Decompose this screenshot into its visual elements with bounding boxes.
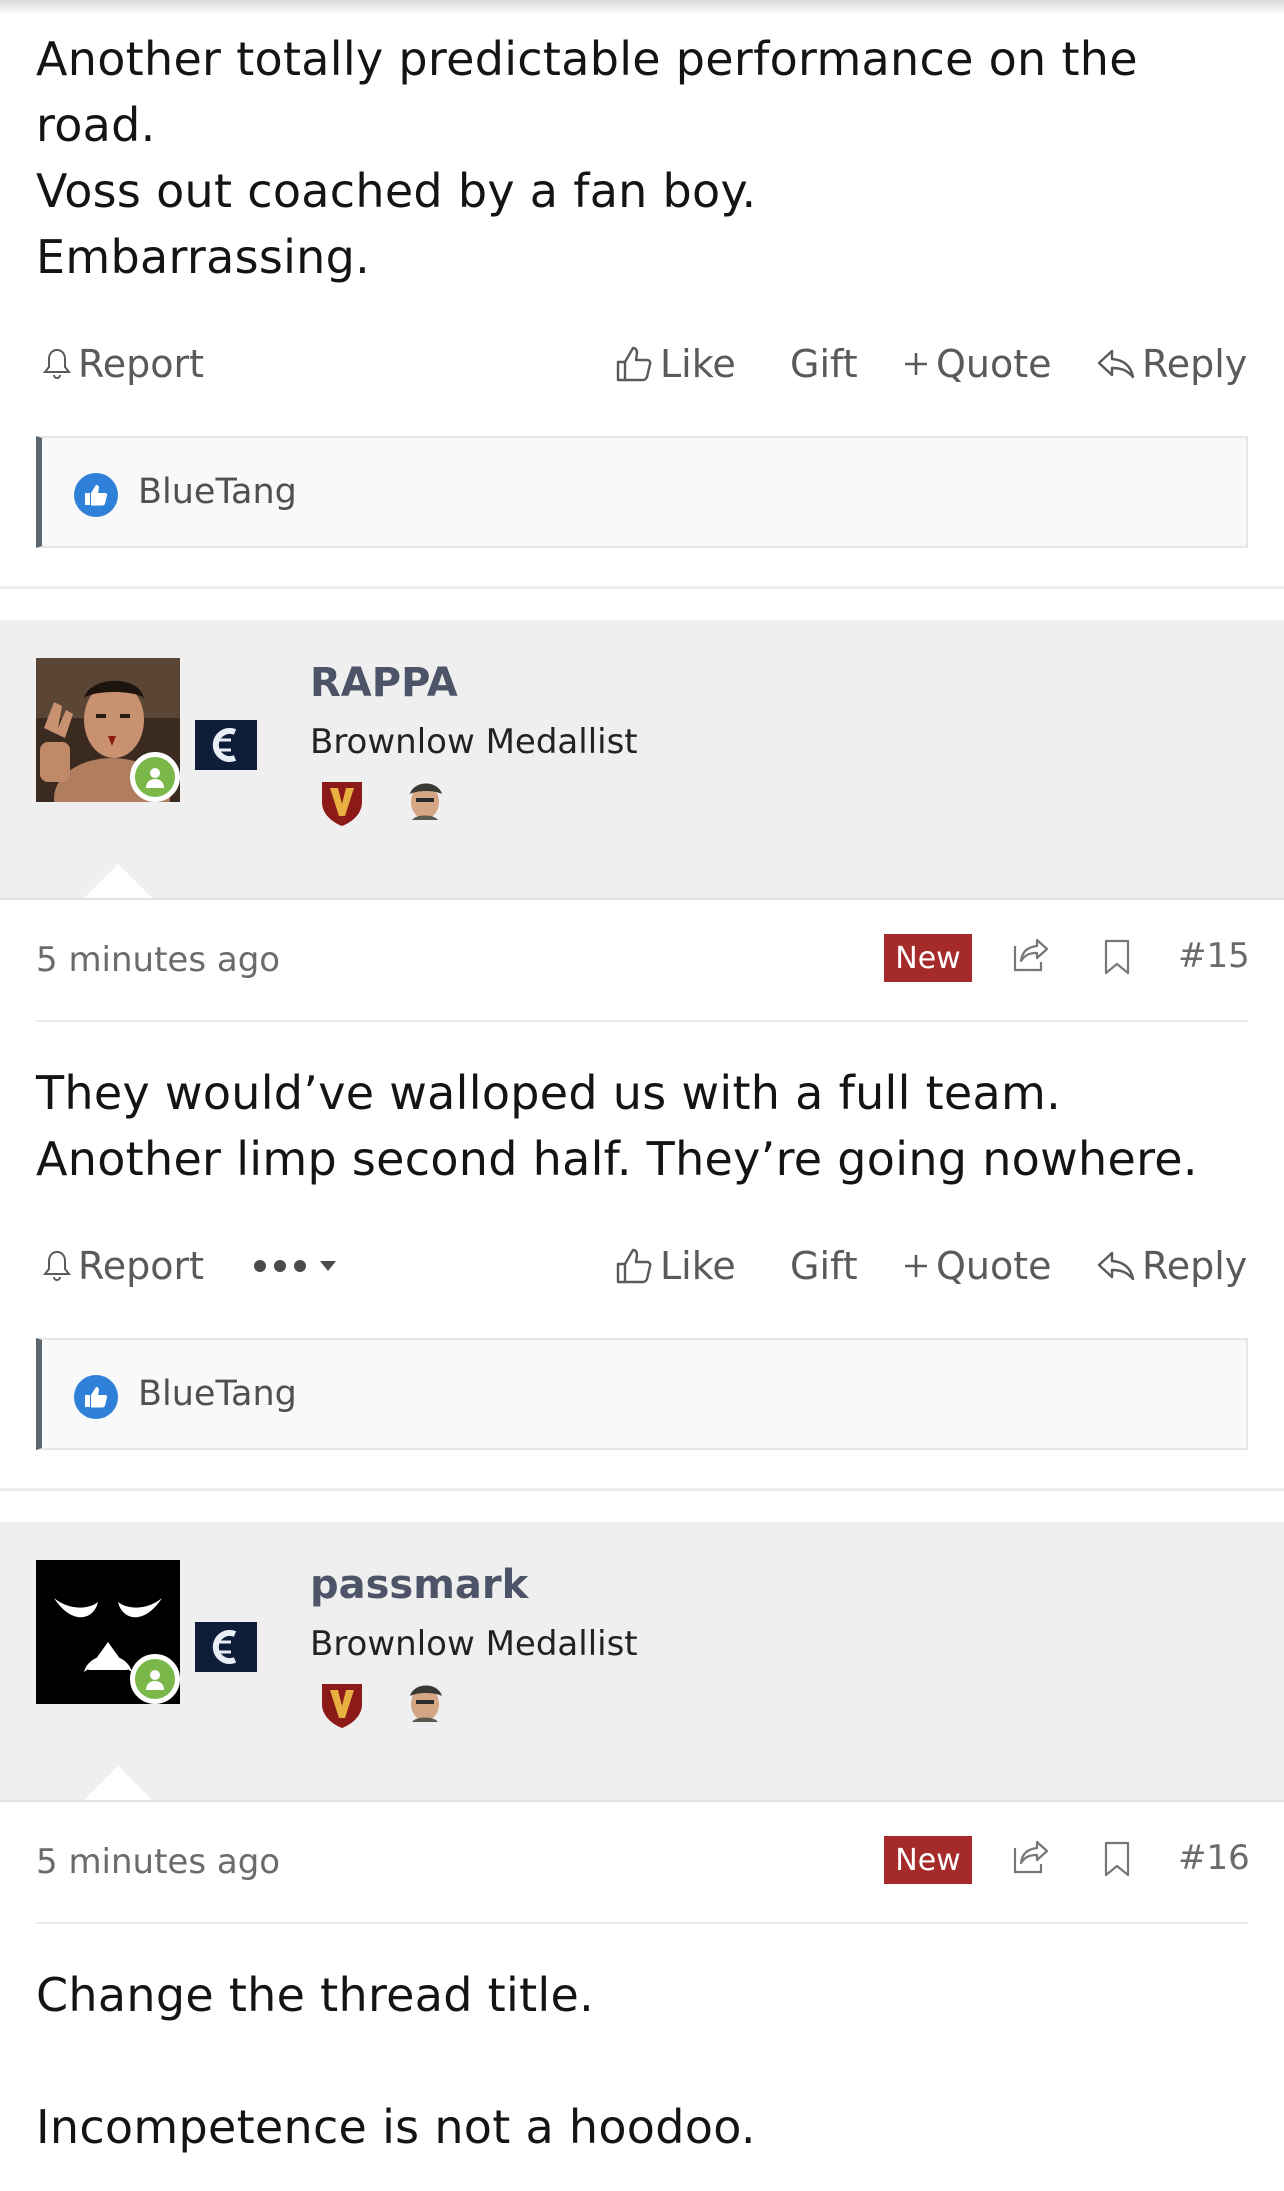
reply-button[interactable]: Reply [1096, 1236, 1247, 1296]
liker-name[interactable]: BlueTang [138, 1340, 297, 1448]
post-actions: Report Like Gift Quote Reply [36, 1236, 1248, 1296]
share-icon[interactable] [1011, 936, 1051, 978]
post-divider [0, 586, 1284, 589]
post-meta: 5 minutes ago New #16 [36, 1836, 1250, 1896]
post-time[interactable]: 5 minutes ago [36, 940, 280, 980]
user-title: Brownlow Medallist [310, 722, 638, 762]
plus-icon [905, 1255, 927, 1277]
club-logo-icon[interactable] [195, 1622, 257, 1672]
new-badge: New [884, 934, 972, 982]
username[interactable]: passmark [310, 1562, 528, 1608]
reply-label: Reply [1142, 342, 1248, 386]
new-badge: New [884, 1836, 972, 1884]
reply-button[interactable]: Reply [1096, 334, 1247, 394]
more-dots-icon [254, 1260, 336, 1272]
like-button[interactable]: Like [614, 1236, 736, 1296]
bookmark-icon[interactable] [1102, 1840, 1132, 1882]
post-actions: Report Like Gift Quote Reply [36, 334, 1248, 394]
liker-name[interactable]: BlueTang [138, 438, 297, 546]
user-info-block: passmark Brownlow Medallist [0, 1522, 1284, 1802]
gift-label: Gift [790, 1244, 858, 1288]
user-info-block: RAPPA Brownlow Medallist [0, 620, 1284, 900]
gift-label: Gift [790, 342, 858, 386]
meta-divider [36, 1922, 1248, 1924]
post-meta: 5 minutes ago New #15 [36, 934, 1250, 994]
post-body: They would’ve walloped us with a full te… [36, 1066, 1198, 1186]
more-options-button[interactable] [250, 1236, 344, 1296]
share-icon[interactable] [1011, 1838, 1051, 1880]
likes-summary: BlueTang [36, 436, 1248, 548]
reply-icon [1097, 1251, 1135, 1281]
post-body: Change the thread title. Incompetence is… [36, 1968, 756, 2154]
like-label: Like [660, 1244, 736, 1288]
post-body: Another totally predictable performance … [36, 32, 1138, 284]
player-face-icon[interactable] [402, 1680, 448, 1726]
quote-button[interactable]: Quote [902, 1236, 1052, 1296]
reply-label: Reply [1142, 1244, 1248, 1288]
post-number[interactable]: #16 [1178, 1838, 1250, 1878]
report-button[interactable]: Report [42, 1236, 204, 1296]
user-title: Brownlow Medallist [310, 1624, 638, 1664]
like-label: Like [660, 342, 736, 386]
like-button[interactable]: Like [614, 334, 736, 394]
quote-label: Quote [936, 1244, 1052, 1288]
quote-label: Quote [936, 342, 1052, 386]
club-logo-icon[interactable] [195, 720, 257, 770]
thumbs-up-icon [616, 346, 652, 382]
quote-button[interactable]: Quote [902, 334, 1052, 394]
report-label: Report [78, 342, 204, 386]
like-reaction-icon [74, 1375, 118, 1419]
player-face-icon[interactable] [402, 778, 448, 824]
notch-pointer [84, 1766, 152, 1800]
report-label: Report [78, 1244, 204, 1288]
plus-icon [905, 353, 927, 375]
reply-icon [1097, 349, 1135, 379]
post-number[interactable]: #15 [1178, 936, 1250, 976]
bell-icon [42, 1250, 72, 1281]
post-time[interactable]: 5 minutes ago [36, 1842, 280, 1882]
meta-divider [36, 1020, 1248, 1022]
online-status-icon [130, 752, 180, 802]
gift-button[interactable]: Gift [790, 334, 858, 394]
report-button[interactable]: Report [42, 334, 204, 394]
like-reaction-icon [74, 473, 118, 517]
top-shade [0, 0, 1284, 14]
v-shield-icon[interactable] [320, 780, 364, 830]
username[interactable]: RAPPA [310, 660, 458, 706]
gift-button[interactable]: Gift [790, 1236, 858, 1296]
v-shield-icon[interactable] [320, 1682, 364, 1732]
bookmark-icon[interactable] [1102, 938, 1132, 980]
thumbs-up-icon [616, 1248, 652, 1284]
bell-icon [42, 348, 72, 379]
online-status-icon [130, 1654, 180, 1704]
post-divider [0, 1488, 1284, 1491]
likes-summary: BlueTang [36, 1338, 1248, 1450]
notch-pointer [84, 864, 152, 898]
